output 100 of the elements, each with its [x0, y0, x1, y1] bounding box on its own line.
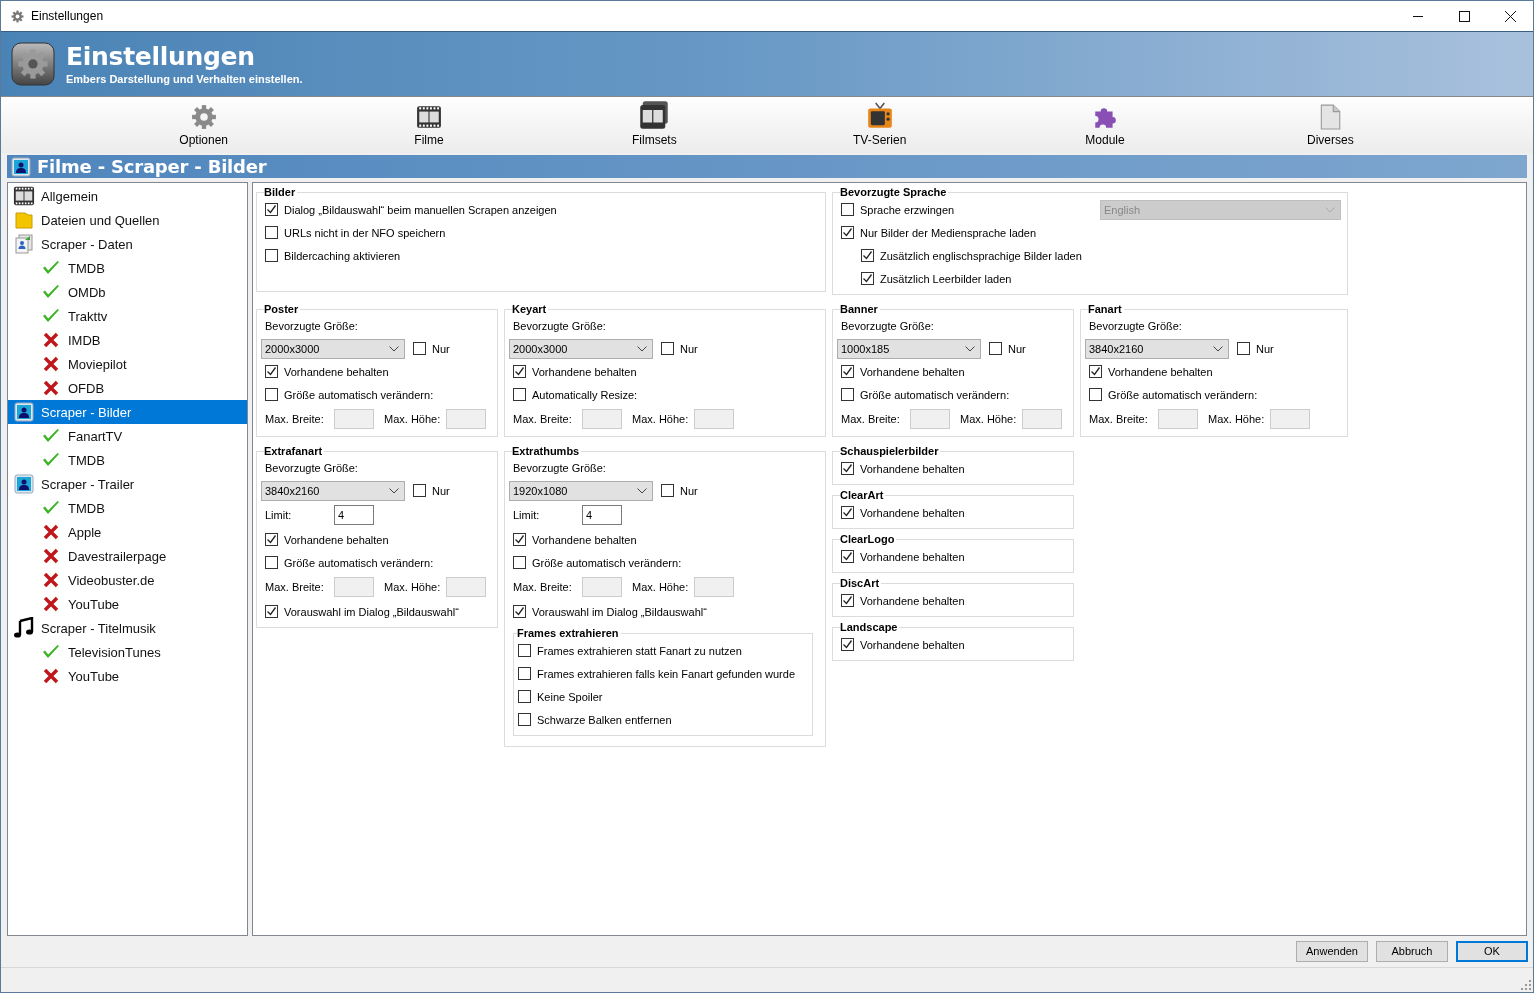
- sidebar-item[interactable]: Scraper - Daten: [8, 232, 247, 256]
- sidebar-item[interactable]: Trakttv: [8, 304, 247, 328]
- sidebar-item[interactable]: Davestrailerpage: [8, 544, 247, 568]
- toolbar-button[interactable]: TV-Serien: [767, 97, 993, 153]
- sidebar-item[interactable]: IMDB: [8, 328, 247, 352]
- checkbox[interactable]: [841, 203, 854, 216]
- field-label: Max. Höhe:: [384, 413, 441, 425]
- checkbox[interactable]: [661, 484, 674, 497]
- checkbox-label: Vorhandene behalten: [860, 550, 965, 563]
- checkbox[interactable]: [661, 342, 674, 355]
- checkbox[interactable]: [513, 388, 526, 401]
- group-title: Fanart: [1088, 303, 1123, 315]
- size-dropdown[interactable]: 2000x3000: [509, 338, 653, 359]
- group-title: Poster: [264, 303, 300, 315]
- caret-icon: [389, 487, 399, 494]
- sidebar-item[interactable]: YouTube: [8, 664, 247, 688]
- checkbox[interactable]: [841, 506, 854, 519]
- toolbar-button[interactable]: Diverses: [1217, 97, 1443, 153]
- checkbox[interactable]: [513, 533, 526, 546]
- sidebar-item[interactable]: YouTube: [8, 592, 247, 616]
- checkbox[interactable]: [413, 342, 426, 355]
- checkbox[interactable]: [518, 667, 531, 680]
- size-dropdown[interactable]: 1000x185: [837, 338, 981, 359]
- checkbox-label: Nur: [680, 342, 698, 355]
- checkbox[interactable]: [265, 203, 278, 216]
- dialog-button[interactable]: Abbruch: [1376, 940, 1448, 962]
- checkbox[interactable]: [518, 690, 531, 703]
- checkbox-label: Größe automatisch verändern:: [284, 556, 434, 569]
- toolbar-button[interactable]: Module: [992, 97, 1218, 153]
- sidebar-item[interactable]: TMDB: [8, 448, 247, 472]
- checkbox[interactable]: [265, 226, 278, 239]
- checkbox-label: Schwarze Balken entfernen: [537, 713, 672, 726]
- checkbox-label: Sprache erzwingen: [860, 203, 955, 216]
- field-label: Bevorzugte Größe:: [1089, 319, 1183, 334]
- checkbox-label: Dialog „Bildauswahl“ beim manuellen Scrapen anzeigen: [284, 203, 557, 216]
- checkbox[interactable]: [513, 365, 526, 378]
- group-title: ClearLogo: [840, 533, 896, 545]
- sidebar-item[interactable]: FanartTV: [8, 424, 247, 448]
- sidebar-item[interactable]: Scraper - Bilder: [8, 400, 247, 424]
- sidebar-item[interactable]: OFDB: [8, 376, 247, 400]
- checkbox[interactable]: [861, 249, 874, 262]
- sidebar-item[interactable]: Scraper - Trailer: [8, 472, 247, 496]
- field-label: Max. Höhe:: [960, 413, 1017, 425]
- checkbox[interactable]: [413, 484, 426, 497]
- person-picture-icon: [13, 474, 35, 494]
- caret-icon: [637, 345, 647, 352]
- limit-field[interactable]: 4: [334, 505, 374, 525]
- size-dropdown[interactable]: 3840x2160: [1085, 338, 1229, 359]
- checkbox[interactable]: [841, 226, 854, 239]
- field-label: Bevorzugte Größe:: [265, 319, 359, 334]
- sidebar-item[interactable]: Allgemein: [8, 184, 247, 208]
- sidebar-item[interactable]: TMDB: [8, 256, 247, 280]
- checkbox[interactable]: [841, 462, 854, 475]
- sidebar-item[interactable]: OMDb: [8, 280, 247, 304]
- toolbar-button[interactable]: Filmsets: [541, 97, 767, 153]
- folder-icon: [13, 210, 35, 230]
- checkbox[interactable]: [1089, 388, 1102, 401]
- sidebar-item[interactable]: TelevisionTunes: [8, 640, 247, 664]
- checkbox[interactable]: [518, 713, 531, 726]
- checkbox[interactable]: [513, 556, 526, 569]
- dialog-button[interactable]: OK: [1456, 940, 1528, 962]
- checkbox[interactable]: [265, 249, 278, 262]
- size-dropdown[interactable]: 3840x2160: [261, 480, 405, 501]
- checkbox[interactable]: [841, 365, 854, 378]
- caret-icon: [1325, 206, 1335, 213]
- group-title: ClearArt: [840, 489, 885, 501]
- limit-field[interactable]: 4: [582, 505, 622, 525]
- size-dropdown[interactable]: 2000x3000: [261, 338, 405, 359]
- dialog-button[interactable]: Anwenden: [1296, 940, 1368, 962]
- checkbox[interactable]: [265, 388, 278, 401]
- sidebar-item[interactable]: TMDB: [8, 496, 247, 520]
- toolbar-button[interactable]: Optionen: [91, 97, 317, 153]
- checkbox-label: Größe automatisch verändern:: [1108, 388, 1258, 401]
- checkbox[interactable]: [265, 605, 278, 618]
- checkbox[interactable]: [841, 388, 854, 401]
- checkbox[interactable]: [1089, 365, 1102, 378]
- sidebar-item[interactable]: Apple: [8, 520, 247, 544]
- person-picture-icon: [11, 156, 31, 177]
- gear-icon: [190, 104, 217, 130]
- checkbox[interactable]: [1237, 342, 1250, 355]
- size-dropdown[interactable]: 1920x1080: [509, 480, 653, 501]
- film-strip-icon: [416, 104, 442, 130]
- music-note-icon: [13, 617, 35, 639]
- checkbox[interactable]: [518, 644, 531, 657]
- sidebar-item[interactable]: Scraper - Titelmusik: [8, 616, 247, 640]
- checkbox-label: Vorhandene behalten: [532, 533, 637, 546]
- checkbox[interactable]: [513, 605, 526, 618]
- checkbox[interactable]: [841, 594, 854, 607]
- checkbox[interactable]: [265, 365, 278, 378]
- checkbox[interactable]: [265, 556, 278, 569]
- checkbox[interactable]: [265, 533, 278, 546]
- sidebar-item[interactable]: Dateien und Quellen: [8, 208, 247, 232]
- toolbar-button[interactable]: Filme: [316, 97, 542, 153]
- sidebar-item[interactable]: Moviepilot: [8, 352, 247, 376]
- settings-icon: [11, 9, 24, 23]
- checkbox[interactable]: [841, 550, 854, 563]
- sidebar-item[interactable]: Videobuster.de: [8, 568, 247, 592]
- checkbox[interactable]: [861, 272, 874, 285]
- checkbox[interactable]: [841, 638, 854, 651]
- checkbox[interactable]: [989, 342, 1002, 355]
